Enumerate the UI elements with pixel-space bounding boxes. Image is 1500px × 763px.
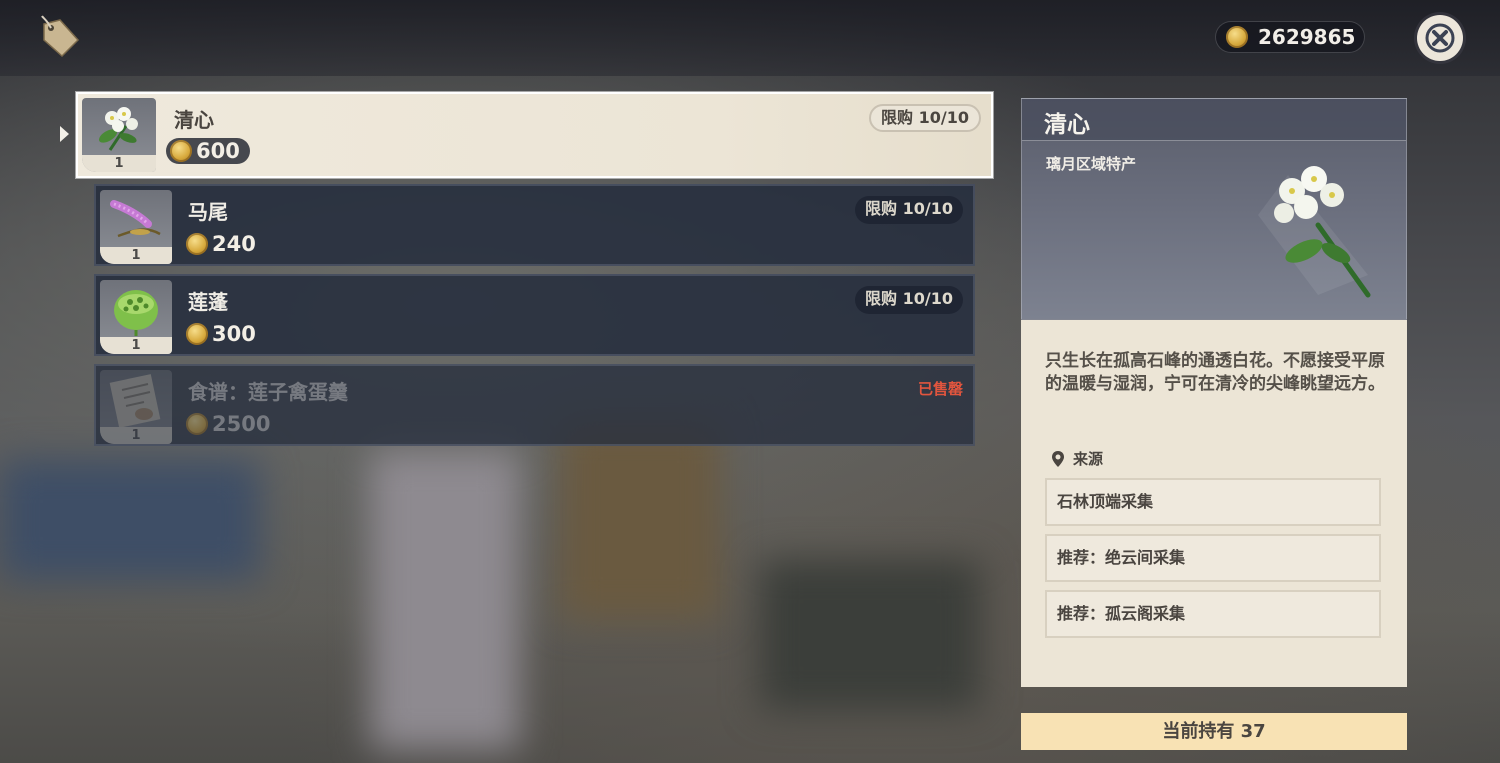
item-name: 清心 [174, 108, 214, 132]
price-value: 240 [212, 232, 256, 256]
background-scene [370, 450, 520, 750]
qingxin-flower-icon [98, 107, 138, 151]
source-row[interactable]: 石林顶端采集 [1045, 478, 1381, 526]
selection-pointer-icon [60, 126, 69, 142]
item-thumbnail: 1 [100, 370, 172, 444]
list-item[interactable]: 1 食谱：莲子禽蛋羹 2500 已售罄 [94, 364, 975, 446]
source-label: 来源 [1073, 450, 1104, 468]
item-quantity: 1 [100, 337, 172, 354]
detail-title-bar: 清心 [1022, 99, 1406, 141]
mora-coin-icon [186, 413, 208, 435]
item-name: 莲蓬 [188, 290, 228, 314]
mora-coin-icon [186, 323, 208, 345]
price-value: 300 [212, 322, 256, 346]
purchase-limit-badge: 限购 10/10 [869, 104, 981, 132]
source-row[interactable]: 推荐：绝云间采集 [1045, 534, 1381, 582]
item-thumbnail: 1 [100, 190, 172, 264]
mora-coin-icon [170, 140, 192, 162]
item-name: 食谱：莲子禽蛋羹 [188, 380, 348, 404]
recipe-scroll-icon [109, 374, 161, 428]
item-quantity: 1 [100, 427, 172, 444]
shop-tag-icon [41, 15, 80, 58]
detail-title: 清心 [1044, 112, 1090, 138]
item-price: 2500 [186, 412, 270, 436]
background-scene [760, 560, 980, 710]
purchase-limit-badge: 限购 10/10 [855, 286, 963, 314]
item-quantity: 1 [82, 155, 156, 172]
background-scene [560, 420, 720, 620]
list-item[interactable]: 1 莲蓬 300 限购 10/10 [94, 274, 975, 356]
list-item[interactable]: 1 马尾 240 限购 10/10 [94, 184, 975, 266]
item-price: 600 [166, 138, 250, 164]
price-value: 2500 [212, 412, 271, 436]
item-thumbnail: 1 [100, 280, 172, 354]
qingxin-flower-icon [1258, 166, 1371, 298]
item-thumbnail: 1 [82, 98, 156, 172]
source-row[interactable]: 推荐：孤云阁采集 [1045, 590, 1381, 638]
background-scene [0, 460, 260, 580]
item-description: 只生长在孤高石峰的通透白花。不愿接受平原的温暖与湿润，宁可在清冷的尖峰眺望远方。 [1045, 351, 1385, 394]
close-icon [1425, 23, 1455, 53]
close-button[interactable] [1417, 15, 1463, 61]
detail-subtitle: 璃月区域特产 [1046, 155, 1137, 173]
list-item[interactable]: 1 清心 600 限购 10/10 [76, 92, 993, 178]
purchase-limit-badge: 限购 10/10 [855, 196, 963, 224]
source-heading: 来源 [1051, 448, 1103, 469]
price-value: 600 [196, 139, 240, 163]
horsetail-plant-icon [110, 200, 161, 238]
item-detail-panel: 清心 璃月区域特产 只生长在孤高石峰的通透白花。不愿接受平原的温暖与湿润，宁可在… [1021, 98, 1407, 687]
detail-body: 只生长在孤高石峰的通透白花。不愿接受平原的温暖与湿润，宁可在清冷的尖峰眺望远方。… [1021, 320, 1407, 687]
mora-coin-icon [186, 233, 208, 255]
sold-out-label: 已售罄 [917, 380, 963, 398]
holding-count-bar: 当前持有 37 [1021, 713, 1407, 750]
mora-coin-icon [1226, 26, 1248, 48]
item-price: 240 [186, 232, 256, 256]
item-quantity: 1 [100, 247, 172, 264]
item-price: 300 [186, 322, 256, 346]
location-pin-icon [1052, 450, 1064, 467]
detail-header: 清心 璃月区域特产 [1021, 98, 1407, 320]
item-name: 马尾 [188, 200, 228, 224]
currency-display: 2629865 [1215, 21, 1365, 53]
currency-amount: 2629865 [1258, 25, 1356, 49]
lotus-head-icon [114, 290, 158, 336]
